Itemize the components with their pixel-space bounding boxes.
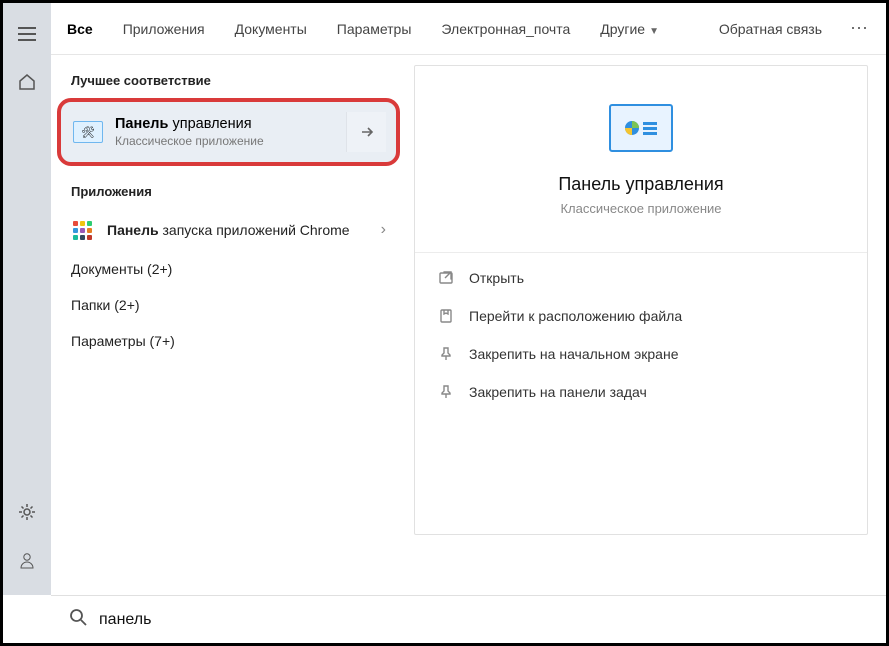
- preview-subtitle: Классическое приложение: [560, 201, 721, 216]
- divider: [415, 252, 867, 253]
- best-match-title: Панель управления: [115, 116, 346, 132]
- app-result-title-bold: Панель: [107, 222, 159, 238]
- search-input[interactable]: [99, 611, 872, 629]
- best-match-text: Панель управления Классическое приложени…: [115, 116, 346, 148]
- action-pin-taskbar[interactable]: Закрепить на панели задач: [415, 373, 867, 411]
- file-location-icon: [437, 307, 455, 325]
- filter-tabs: Все Приложения Документы Параметры Элект…: [51, 3, 886, 55]
- chrome-apps-icon: [71, 219, 93, 241]
- menu-icon[interactable]: [3, 13, 51, 55]
- control-panel-icon: 🛠: [73, 121, 103, 143]
- app-result-title: Панель запуска приложений Chrome: [107, 221, 381, 240]
- tab-apps[interactable]: Приложения: [121, 15, 207, 43]
- action-open-label: Открыть: [469, 270, 524, 286]
- action-pin-start-label: Закрепить на начальном экране: [469, 346, 679, 362]
- preview-title: Панель управления: [558, 174, 723, 195]
- tab-all[interactable]: Все: [65, 15, 95, 43]
- tab-documents[interactable]: Документы: [233, 15, 309, 43]
- control-panel-icon: [609, 104, 673, 152]
- action-file-location-label: Перейти к расположению файла: [469, 308, 682, 324]
- section-apps: Приложения: [51, 176, 406, 209]
- tab-other-label: Другие: [600, 21, 645, 37]
- left-rail: [3, 3, 51, 595]
- category-folders[interactable]: Папки (2+): [51, 287, 406, 323]
- section-best-match: Лучшее соответствие: [51, 65, 406, 98]
- best-match-subtitle: Классическое приложение: [115, 134, 346, 148]
- action-pin-taskbar-label: Закрепить на панели задач: [469, 384, 647, 400]
- best-match-title-rest: управления: [168, 116, 251, 132]
- best-match-title-bold: Панель: [115, 116, 168, 132]
- home-icon[interactable]: [3, 61, 51, 103]
- search-icon: [69, 608, 87, 631]
- pin-taskbar-icon: [437, 383, 455, 401]
- preview-card: Панель управления Классическое приложени…: [414, 65, 868, 535]
- feedback-link[interactable]: Обратная связь: [719, 21, 822, 37]
- preview-pane: Панель управления Классическое приложени…: [406, 55, 886, 595]
- tab-settings[interactable]: Параметры: [335, 15, 414, 43]
- result-panes: Лучшее соответствие 🛠 Панель управления …: [51, 55, 886, 595]
- window-frame: Все Приложения Документы Параметры Элект…: [0, 0, 889, 646]
- preview-hero: Панель управления Классическое приложени…: [415, 66, 867, 244]
- person-icon[interactable]: [3, 539, 51, 581]
- more-icon[interactable]: ⋯: [848, 18, 872, 39]
- open-icon: [437, 269, 455, 287]
- category-settings[interactable]: Параметры (7+): [51, 323, 406, 359]
- chevron-right-icon[interactable]: ›: [381, 221, 386, 239]
- best-match-item[interactable]: 🛠 Панель управления Классическое приложе…: [57, 98, 400, 166]
- search-bar: [51, 595, 886, 643]
- tab-email[interactable]: Электронная_почта: [439, 15, 572, 43]
- arrow-right-icon[interactable]: [346, 112, 386, 152]
- results-list: Лучшее соответствие 🛠 Панель управления …: [51, 55, 406, 595]
- action-pin-start[interactable]: Закрепить на начальном экране: [415, 335, 867, 373]
- main-row: Все Приложения Документы Параметры Элект…: [3, 3, 886, 595]
- chevron-down-icon: ▼: [649, 26, 659, 37]
- tab-other[interactable]: Другие ▼: [598, 15, 661, 43]
- category-documents[interactable]: Документы (2+): [51, 251, 406, 287]
- app-result-chrome-launcher[interactable]: Панель запуска приложений Chrome ›: [51, 209, 406, 251]
- content-area: Все Приложения Документы Параметры Элект…: [51, 3, 886, 595]
- app-result-title-rest: запуска приложений Chrome: [159, 222, 350, 238]
- action-file-location[interactable]: Перейти к расположению файла: [415, 297, 867, 335]
- pin-start-icon: [437, 345, 455, 363]
- gear-icon[interactable]: [3, 491, 51, 533]
- action-open[interactable]: Открыть: [415, 259, 867, 297]
